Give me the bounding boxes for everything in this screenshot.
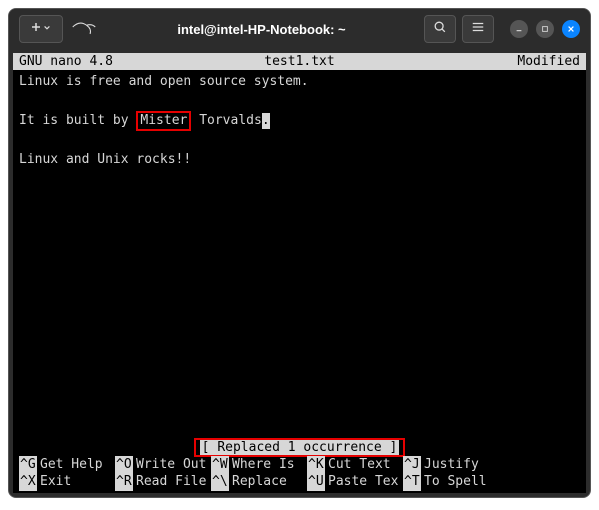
text-line: Linux is free and open source system. bbox=[19, 74, 309, 89]
shortcut-item: ^OWrite Out bbox=[115, 456, 211, 474]
window-title: intel@intel-HP-Notebook: ~ bbox=[109, 22, 414, 37]
shortcut-label: Replace bbox=[232, 473, 287, 491]
chevron-down-icon bbox=[43, 21, 51, 37]
shortcut-label: Write Out bbox=[136, 456, 206, 474]
highlighted-word: Mister bbox=[136, 111, 191, 131]
status-row: [ Replaced 1 occurrence ] bbox=[13, 438, 586, 457]
status-message: [ Replaced 1 occurrence ] bbox=[200, 440, 400, 455]
shortcut-label: Exit bbox=[40, 473, 71, 491]
shortcut-key: ^X bbox=[19, 473, 37, 491]
shortcut-item: ^TTo Spell bbox=[403, 473, 499, 491]
shortcut-label: Get Help bbox=[40, 456, 103, 474]
shortcut-label: Cut Text bbox=[328, 456, 391, 474]
titlebar: intel@intel-HP-Notebook: ~ bbox=[9, 9, 590, 49]
shortcut-item: ^UPaste Tex bbox=[307, 473, 403, 491]
text-line: Torvalds bbox=[191, 113, 261, 128]
close-button[interactable] bbox=[562, 20, 580, 38]
shortcut-label: Justify bbox=[424, 456, 479, 474]
shortcut-item: ^JJustify bbox=[403, 456, 499, 474]
shortcut-key: ^W bbox=[211, 456, 229, 474]
shortcut-bar: ^GGet Help ^OWrite Out ^WWhere Is ^KCut … bbox=[13, 456, 586, 493]
cursor: . bbox=[262, 113, 270, 129]
shortcut-item: ^WWhere Is bbox=[211, 456, 307, 474]
shortcut-label: Paste Tex bbox=[328, 473, 398, 491]
titlebar-left bbox=[19, 15, 99, 43]
shortcut-key: ^R bbox=[115, 473, 133, 491]
nano-app-name: GNU nano 4.8 bbox=[19, 54, 113, 69]
maximize-button[interactable] bbox=[536, 20, 554, 38]
editor-content[interactable]: Linux is free and open source system. It… bbox=[13, 70, 586, 172]
shortcut-key: ^G bbox=[19, 456, 37, 474]
kali-logo bbox=[69, 15, 99, 39]
shortcut-row: ^GGet Help ^OWrite Out ^WWhere Is ^KCut … bbox=[19, 456, 580, 474]
shortcut-key: ^T bbox=[403, 473, 421, 491]
status-highlight: [ Replaced 1 occurrence ] bbox=[194, 438, 406, 457]
shortcut-key: ^K bbox=[307, 456, 325, 474]
shortcut-item: ^XExit bbox=[19, 473, 115, 491]
shortcut-label: To Spell bbox=[424, 473, 487, 491]
shortcut-row: ^XExit ^RRead File ^\Replace ^UPaste Tex… bbox=[19, 473, 580, 491]
text-line: It is built by bbox=[19, 113, 136, 128]
new-tab-button[interactable] bbox=[19, 15, 63, 43]
menu-button[interactable] bbox=[462, 15, 494, 43]
minimize-button[interactable] bbox=[510, 20, 528, 38]
search-button[interactable] bbox=[424, 15, 456, 43]
shortcut-key: ^\ bbox=[211, 473, 229, 491]
shortcut-item: ^GGet Help bbox=[19, 456, 115, 474]
shortcut-key: ^J bbox=[403, 456, 421, 474]
nano-modified: Modified bbox=[517, 54, 580, 69]
plus-icon bbox=[31, 21, 41, 37]
shortcut-item: ^\Replace bbox=[211, 473, 307, 491]
text-line: Linux and Unix rocks!! bbox=[19, 152, 191, 167]
titlebar-right bbox=[424, 15, 580, 43]
hamburger-icon bbox=[471, 20, 485, 39]
window-controls bbox=[510, 20, 580, 38]
shortcut-label: Read File bbox=[136, 473, 206, 491]
shortcut-key: ^U bbox=[307, 473, 325, 491]
terminal-window: intel@intel-HP-Notebook: ~ bbox=[8, 8, 591, 498]
shortcut-item: ^RRead File bbox=[115, 473, 211, 491]
nano-header: GNU nano 4.8 test1.txt Modified bbox=[13, 53, 586, 70]
shortcut-key: ^O bbox=[115, 456, 133, 474]
search-icon bbox=[433, 20, 447, 39]
shortcut-label: Where Is bbox=[232, 456, 295, 474]
shortcut-item: ^KCut Text bbox=[307, 456, 403, 474]
terminal-body[interactable]: GNU nano 4.8 test1.txt Modified Linux is… bbox=[13, 53, 586, 493]
